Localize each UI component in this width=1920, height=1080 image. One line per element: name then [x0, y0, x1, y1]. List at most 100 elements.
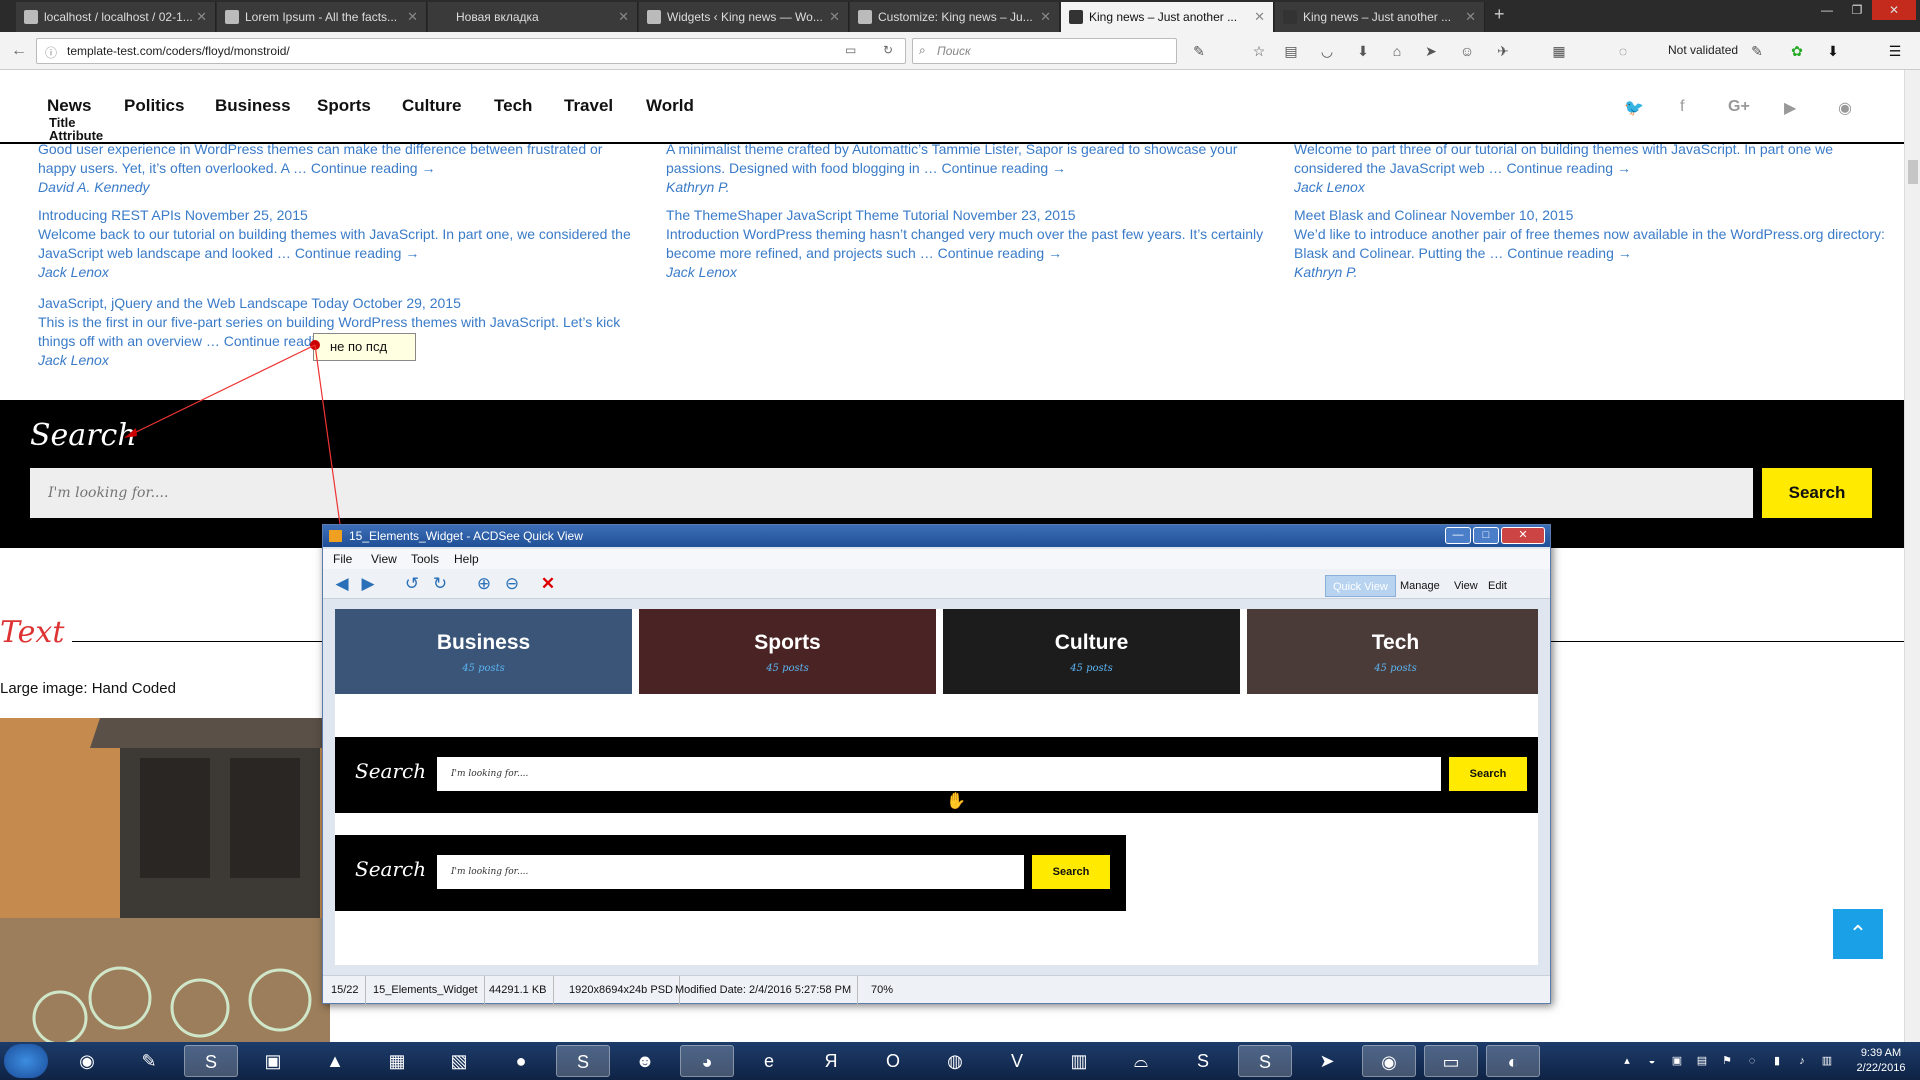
tray-app-icon[interactable]: ▤ [1695, 1054, 1709, 1068]
scrollbar-thumb[interactable] [1908, 160, 1918, 184]
tray-keyboard-icon[interactable]: ▥ [1820, 1054, 1834, 1068]
browser-tab[interactable]: King news – Just another ... ✕ [1275, 2, 1485, 32]
edit-icon[interactable]: ✎ [1748, 42, 1766, 60]
acdsee-maximize-button[interactable]: □ [1473, 527, 1499, 544]
save-taskbar-icon[interactable]: ▣ [246, 1045, 300, 1077]
rotate-right-icon[interactable]: ↻ [429, 573, 451, 595]
browser-tab-active[interactable]: King news – Just another ... ✕ [1061, 2, 1274, 32]
vivaldi-taskbar-icon[interactable]: V [990, 1045, 1044, 1077]
calculator-taskbar-icon[interactable]: ▦ [370, 1045, 424, 1077]
reload-icon[interactable]: ↻ [883, 43, 893, 57]
bookmarks-list-icon[interactable]: ▤ [1282, 42, 1300, 60]
close-tab-icon[interactable]: ✕ [196, 2, 207, 32]
url-bar[interactable]: ⓘ template-test.com/coders/floyd/monstro… [36, 38, 906, 64]
app-taskbar-icon[interactable]: ⌓ [1114, 1045, 1168, 1077]
app-s-green-taskbar-icon[interactable]: S [1176, 1045, 1230, 1077]
mode-quick-view[interactable]: Quick View [1325, 575, 1396, 597]
chrome-taskbar-icon[interactable]: ◉ [60, 1045, 114, 1077]
acdsee-menu-tools[interactable]: Tools [411, 552, 439, 566]
close-tab-icon[interactable]: ✕ [1254, 2, 1265, 32]
scroll-to-top-button[interactable]: ⌃ [1833, 909, 1883, 959]
explorer-taskbar-icon[interactable]: ▭ [1424, 1045, 1478, 1077]
chrome-alt-taskbar-icon[interactable]: ◉ [1362, 1045, 1416, 1077]
acdsee-menu-view[interactable]: View [371, 552, 397, 566]
phpstorm-taskbar-icon[interactable]: ▧ [432, 1045, 486, 1077]
back-button[interactable]: ← [8, 40, 30, 62]
start-button[interactable] [4, 1044, 48, 1078]
edge-taskbar-icon[interactable]: ◍ [928, 1045, 982, 1077]
mode-view[interactable]: View [1447, 575, 1485, 597]
zoom-in-icon[interactable]: ⊕ [473, 573, 495, 595]
acdsee-taskbar-icon[interactable]: ◐ [1486, 1045, 1540, 1077]
media-taskbar-icon[interactable]: ● [494, 1045, 548, 1077]
tray-app-icon[interactable]: ◒ [1645, 1054, 1659, 1068]
app-taskbar-icon[interactable]: ▥ [1052, 1045, 1106, 1077]
extension-icon[interactable]: ✿ [1788, 42, 1806, 60]
close-tab-icon[interactable]: ✕ [1465, 2, 1476, 32]
close-tab-icon[interactable]: ✕ [829, 2, 840, 32]
page-scrollbar[interactable] [1904, 70, 1920, 1042]
site-identity-icon[interactable]: ⓘ [45, 44, 57, 61]
skype-taskbar-icon[interactable]: S [1238, 1045, 1292, 1077]
ie-taskbar-icon[interactable]: e [742, 1045, 796, 1077]
delete-icon[interactable]: ✕ [537, 573, 559, 595]
tray-flag-icon[interactable]: ⚑ [1720, 1054, 1734, 1068]
download-icon[interactable]: ⬇ [1354, 42, 1372, 60]
addon-icon[interactable]: ✎ [1190, 42, 1208, 60]
opera-taskbar-icon[interactable]: O [866, 1045, 920, 1077]
acdsee-title-bar[interactable]: 15_Elements_Widget - ACDSee Quick View —… [323, 525, 1550, 547]
acdsee-menu-help[interactable]: Help [454, 552, 479, 566]
acdsee-minimize-button[interactable]: — [1445, 527, 1471, 544]
chat-icon[interactable]: ☺ [1458, 42, 1476, 60]
tray-app-icon[interactable]: ▣ [1670, 1054, 1684, 1068]
telegram-taskbar-icon[interactable]: ➤ [1300, 1045, 1354, 1077]
tab-title: Новая вкладка [456, 10, 539, 24]
mode-edit[interactable]: Edit [1481, 575, 1514, 597]
yandex-taskbar-icon[interactable]: Я [804, 1045, 858, 1077]
tray-app-icon[interactable]: ◌ [1745, 1054, 1759, 1068]
close-tab-icon[interactable]: ✕ [618, 2, 629, 32]
reader-view-icon[interactable]: ▭ [845, 43, 856, 57]
browser-tab[interactable]: Новая вкладка ✕ [428, 2, 638, 32]
grid-icon[interactable]: ▦ [1550, 42, 1568, 60]
alien-taskbar-icon[interactable]: ☻ [618, 1045, 672, 1077]
acdsee-menu-file[interactable]: File [333, 552, 352, 566]
next-image-icon[interactable]: ▶ [357, 573, 379, 595]
sublime-taskbar-icon[interactable]: S [556, 1045, 610, 1077]
tray-volume-icon[interactable]: ♪ [1795, 1054, 1809, 1068]
rotate-left-icon[interactable]: ↺ [401, 573, 423, 595]
close-tab-icon[interactable]: ✕ [1040, 2, 1051, 32]
mode-manage[interactable]: Manage [1393, 575, 1447, 597]
warning-taskbar-icon[interactable]: ▲ [308, 1045, 362, 1077]
restore-button[interactable]: ❐ [1842, 0, 1872, 20]
close-tab-icon[interactable]: ✕ [407, 2, 418, 32]
previous-image-icon[interactable]: ◀ [331, 573, 353, 595]
browser-tab[interactable]: Widgets ‹ King news — Wo... ✕ [639, 2, 849, 32]
minimize-button[interactable]: — [1812, 0, 1842, 20]
firefox-taskbar-icon[interactable]: ◕ [680, 1045, 734, 1077]
addon-icon[interactable]: ✈ [1494, 42, 1512, 60]
tray-network-icon[interactable]: ▮ [1770, 1054, 1784, 1068]
close-window-button[interactable]: ✕ [1872, 0, 1916, 20]
home-icon[interactable]: ⌂ [1388, 42, 1406, 60]
tray-arrow-icon[interactable]: ▴ [1620, 1054, 1634, 1068]
acdsee-close-button[interactable]: ✕ [1501, 527, 1545, 544]
browser-tab[interactable]: Lorem Ipsum - All the facts... ✕ [217, 2, 427, 32]
send-icon[interactable]: ➤ [1422, 42, 1440, 60]
acdsee-image-view[interactable]: Business 45 posts Sports 45 posts Cultur… [335, 609, 1538, 965]
new-tab-button[interactable]: + [1494, 4, 1505, 25]
notepad-taskbar-icon[interactable]: ✎ [122, 1045, 176, 1077]
hamburger-menu-icon[interactable]: ☰ [1886, 42, 1904, 60]
pocket-icon[interactable]: ◡ [1318, 42, 1336, 60]
download-arrow-icon[interactable]: ⬇ [1824, 42, 1842, 60]
bookmark-star-icon[interactable]: ☆ [1250, 42, 1268, 60]
app-s-taskbar-icon[interactable]: S [184, 1045, 238, 1077]
browser-tab[interactable]: Customize: King news – Ju... ✕ [850, 2, 1060, 32]
validator-icon[interactable]: ◌ [1614, 42, 1632, 60]
validator-status[interactable]: Not validated [1668, 43, 1738, 57]
browser-tab[interactable]: localhost / localhost / 02-1... ✕ [16, 2, 216, 32]
search-bar[interactable]: ⌕ Поиск [912, 38, 1177, 64]
zoom-out-icon[interactable]: ⊖ [501, 573, 523, 595]
taskbar-clock[interactable]: 9:39 AM 2/22/2016 [1848, 1046, 1914, 1076]
url-text[interactable]: template-test.com/coders/floyd/monstroid… [67, 44, 290, 58]
